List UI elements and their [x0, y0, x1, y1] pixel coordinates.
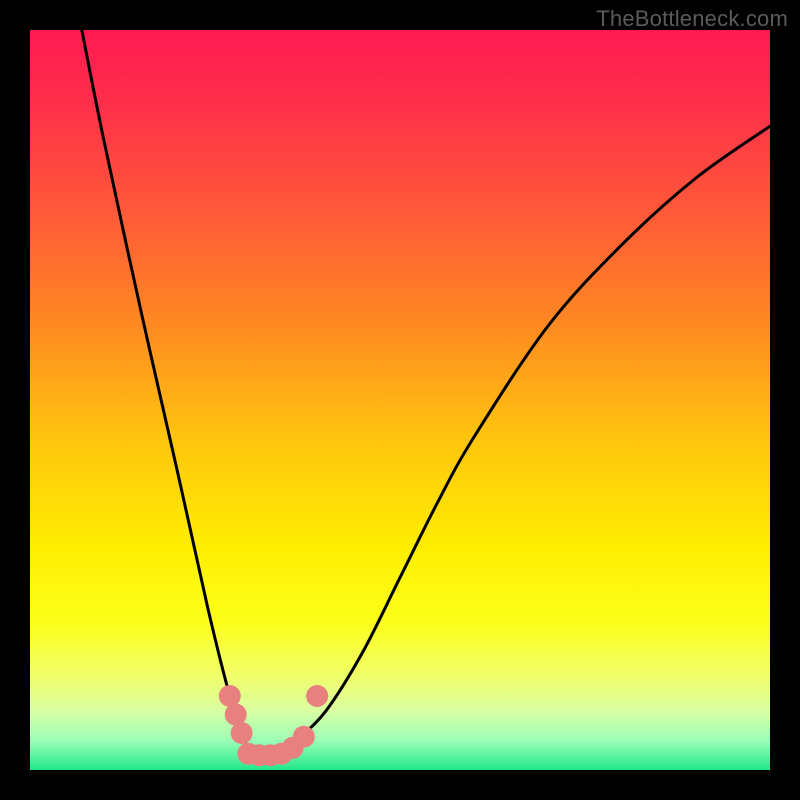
data-marker — [293, 726, 315, 748]
watermark-text: TheBottleneck.com — [596, 6, 788, 32]
data-marker — [306, 685, 328, 707]
plot-area — [30, 30, 770, 770]
bottleneck-curve — [82, 30, 770, 756]
data-marker — [231, 722, 253, 744]
chart-frame: TheBottleneck.com — [0, 0, 800, 800]
curve-layer — [30, 30, 770, 770]
